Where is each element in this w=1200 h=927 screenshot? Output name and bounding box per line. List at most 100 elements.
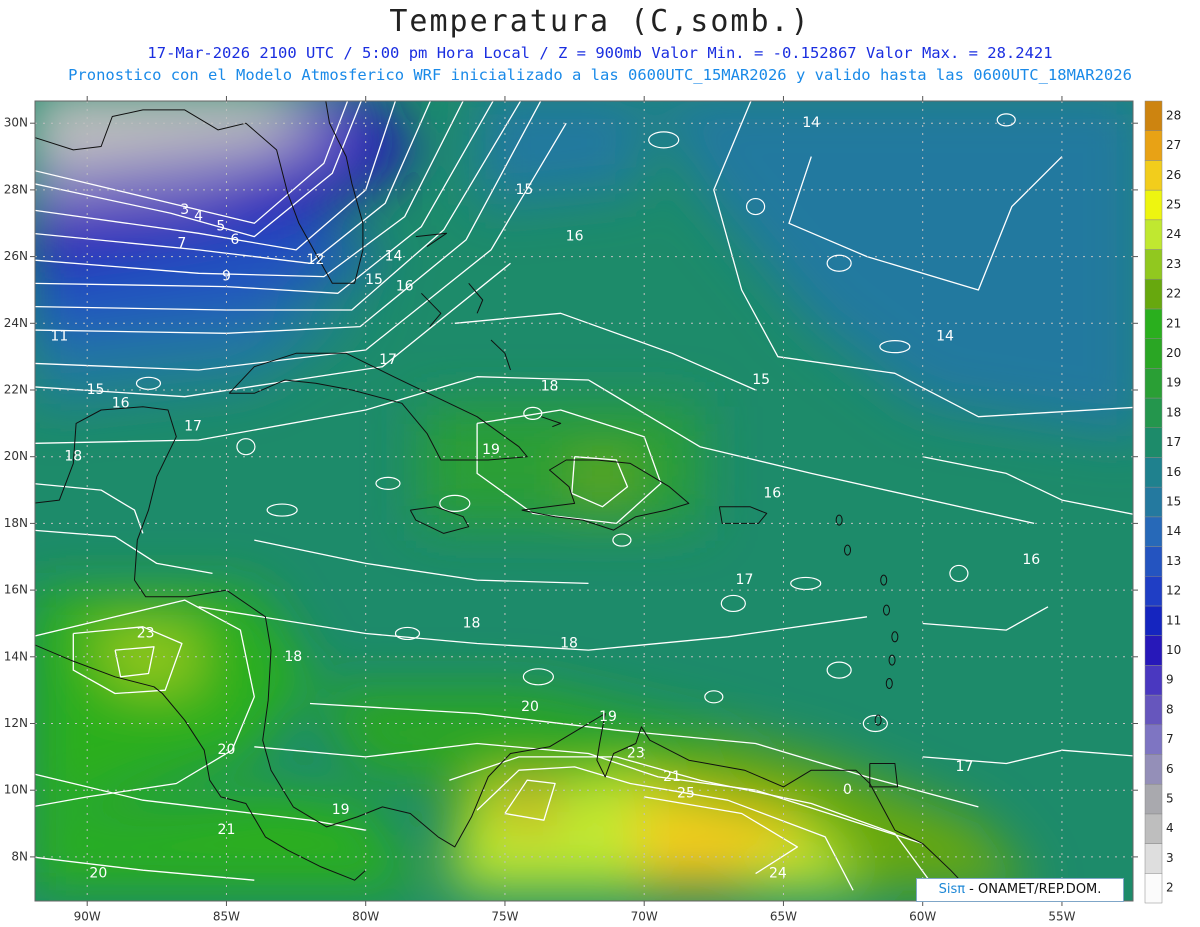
contour-label: 14 xyxy=(936,329,954,345)
contour-label: 18 xyxy=(284,649,302,665)
colorbar-swatch xyxy=(1144,694,1163,726)
colorbar-label: 21 xyxy=(1166,316,1181,330)
lon-label: 60W xyxy=(909,910,936,924)
contour-label: 18 xyxy=(560,635,578,651)
colorbar-label: 14 xyxy=(1166,524,1181,538)
contour-label: 16 xyxy=(112,395,130,411)
lat-label: 14N xyxy=(4,649,28,663)
contour-label: 14 xyxy=(385,249,403,265)
contour-label: 6 xyxy=(230,232,239,248)
lat-label: 22N xyxy=(4,383,28,397)
lat-label: 10N xyxy=(4,783,28,797)
field-blob-8 xyxy=(421,406,700,524)
weather-map: 14153 4567 1612 149 15 1611 141715181516171918… xyxy=(4,96,1181,924)
contour-label: 4 xyxy=(194,209,203,225)
colorbar-label: 27 xyxy=(1166,138,1181,152)
latitude-labels: 8N 10N 12N 14N 16N 18N 20N 22N 24N 26N 28N 30N xyxy=(4,116,28,864)
colorbar-label: 28 xyxy=(1166,108,1181,122)
colorbar-swatch xyxy=(1144,546,1163,577)
colorbar-swatch xyxy=(1144,843,1163,874)
colorbar-label: 5 xyxy=(1166,792,1174,806)
colorbar-swatch xyxy=(1144,130,1163,161)
contour-label: 17 xyxy=(379,352,397,368)
colorbar-swatch xyxy=(1144,783,1163,815)
colorbar-label: 23 xyxy=(1166,257,1181,271)
lon-label: 85W xyxy=(213,910,240,924)
colorbar-label: 25 xyxy=(1166,197,1181,211)
colorbar-label: 17 xyxy=(1166,435,1181,449)
colorbar-label: 13 xyxy=(1166,554,1181,568)
lon-label: 55W xyxy=(1048,910,1075,924)
chart-title: Temperatura (C,somb.) xyxy=(389,4,811,39)
colorbar-label: 24 xyxy=(1166,227,1181,241)
contour-label: 20 xyxy=(218,742,236,758)
colorbar-label: 16 xyxy=(1166,465,1181,479)
contour-label: 18 xyxy=(64,449,82,465)
lat-label: 18N xyxy=(4,516,28,530)
lat-label: 8N xyxy=(11,849,28,863)
contour-label: 5 xyxy=(216,219,225,235)
colorbar-label: 12 xyxy=(1166,584,1181,598)
colorbar-swatch xyxy=(1144,457,1163,488)
credit-badge: Sisπ - ONAMET/REP.DOM. xyxy=(916,878,1124,902)
contour-label: 23 xyxy=(137,625,155,641)
credit-dash: - xyxy=(965,882,979,897)
contour-label: 20 xyxy=(521,699,539,715)
contour-label: 18 xyxy=(463,615,481,631)
colorbar-swatch xyxy=(1144,516,1163,547)
field-blob-16 xyxy=(510,786,550,827)
colorbar-swatch xyxy=(1144,576,1163,607)
colorbar-label: 4 xyxy=(1166,821,1174,835)
colorbar-swatch xyxy=(1144,873,1163,904)
colorbar-swatch xyxy=(1144,724,1163,755)
colorbar-swatch xyxy=(1144,278,1163,310)
lon-label: 70W xyxy=(631,910,658,924)
colorbar-label: 3 xyxy=(1166,851,1174,865)
lat-label: 30N xyxy=(4,116,28,130)
colorbar-label: 2 xyxy=(1166,881,1174,895)
contour-label: 19 xyxy=(332,802,350,818)
lon-label: 75W xyxy=(491,910,518,924)
colorbar-swatch xyxy=(1144,338,1163,369)
colorbar-swatch xyxy=(1144,308,1163,339)
colorbar-label: 10 xyxy=(1166,643,1181,657)
colorbar-label: 7 xyxy=(1166,732,1174,746)
colorbar-swatch xyxy=(1144,605,1163,636)
contour-label: 0 xyxy=(843,782,852,798)
longitude-labels: 90W 85W 80W 75W 70W 65W 60W 55W xyxy=(74,910,1076,924)
colorbar-label: 8 xyxy=(1166,702,1174,716)
contour-label: 15 xyxy=(752,372,770,388)
colorbar-swatch xyxy=(1144,665,1163,696)
colorbar-swatch xyxy=(1144,160,1163,191)
contour-label: 16 xyxy=(566,229,584,245)
field-blob-9 xyxy=(574,456,631,504)
contour-label: 16 xyxy=(763,485,781,501)
colorbar-label: 9 xyxy=(1166,673,1174,687)
contour-label: 20 xyxy=(89,866,107,882)
colorbar-swatch xyxy=(1144,368,1163,399)
colorbar-swatch xyxy=(1144,189,1163,221)
lat-label: 20N xyxy=(4,449,28,463)
contour-label: 18 xyxy=(541,379,559,395)
contour-label: 21 xyxy=(663,769,681,785)
contour-label: 17 xyxy=(184,419,202,435)
colorbar-label: 18 xyxy=(1166,405,1181,419)
colorbar-label: 15 xyxy=(1166,495,1181,509)
contour-label: 7 xyxy=(177,235,186,251)
colorbar-swatch xyxy=(1144,427,1163,458)
contour-label: 14 xyxy=(802,115,820,131)
model-info-subtitle: Pronostico con el Modelo Atmosferico WRF… xyxy=(68,66,1132,84)
contour-label: 21 xyxy=(218,822,236,838)
contour-label: 15 xyxy=(87,382,105,398)
colorbar-label: 22 xyxy=(1166,287,1181,301)
contour-label: 17 xyxy=(956,759,974,775)
contour-label: 16 xyxy=(1022,552,1040,568)
colorbar-swatch xyxy=(1144,486,1163,518)
forecast-time-subtitle: 17-Mar-2026 2100 UTC / 5:00 pm Hora Loca… xyxy=(147,44,1053,62)
lat-label: 24N xyxy=(4,316,28,330)
contour-label: 24 xyxy=(769,866,787,882)
contour-label: 16 xyxy=(396,279,414,295)
colorbar-swatch xyxy=(1144,635,1163,666)
lat-label: 12N xyxy=(4,716,28,730)
contour-label: 11 xyxy=(50,329,68,345)
